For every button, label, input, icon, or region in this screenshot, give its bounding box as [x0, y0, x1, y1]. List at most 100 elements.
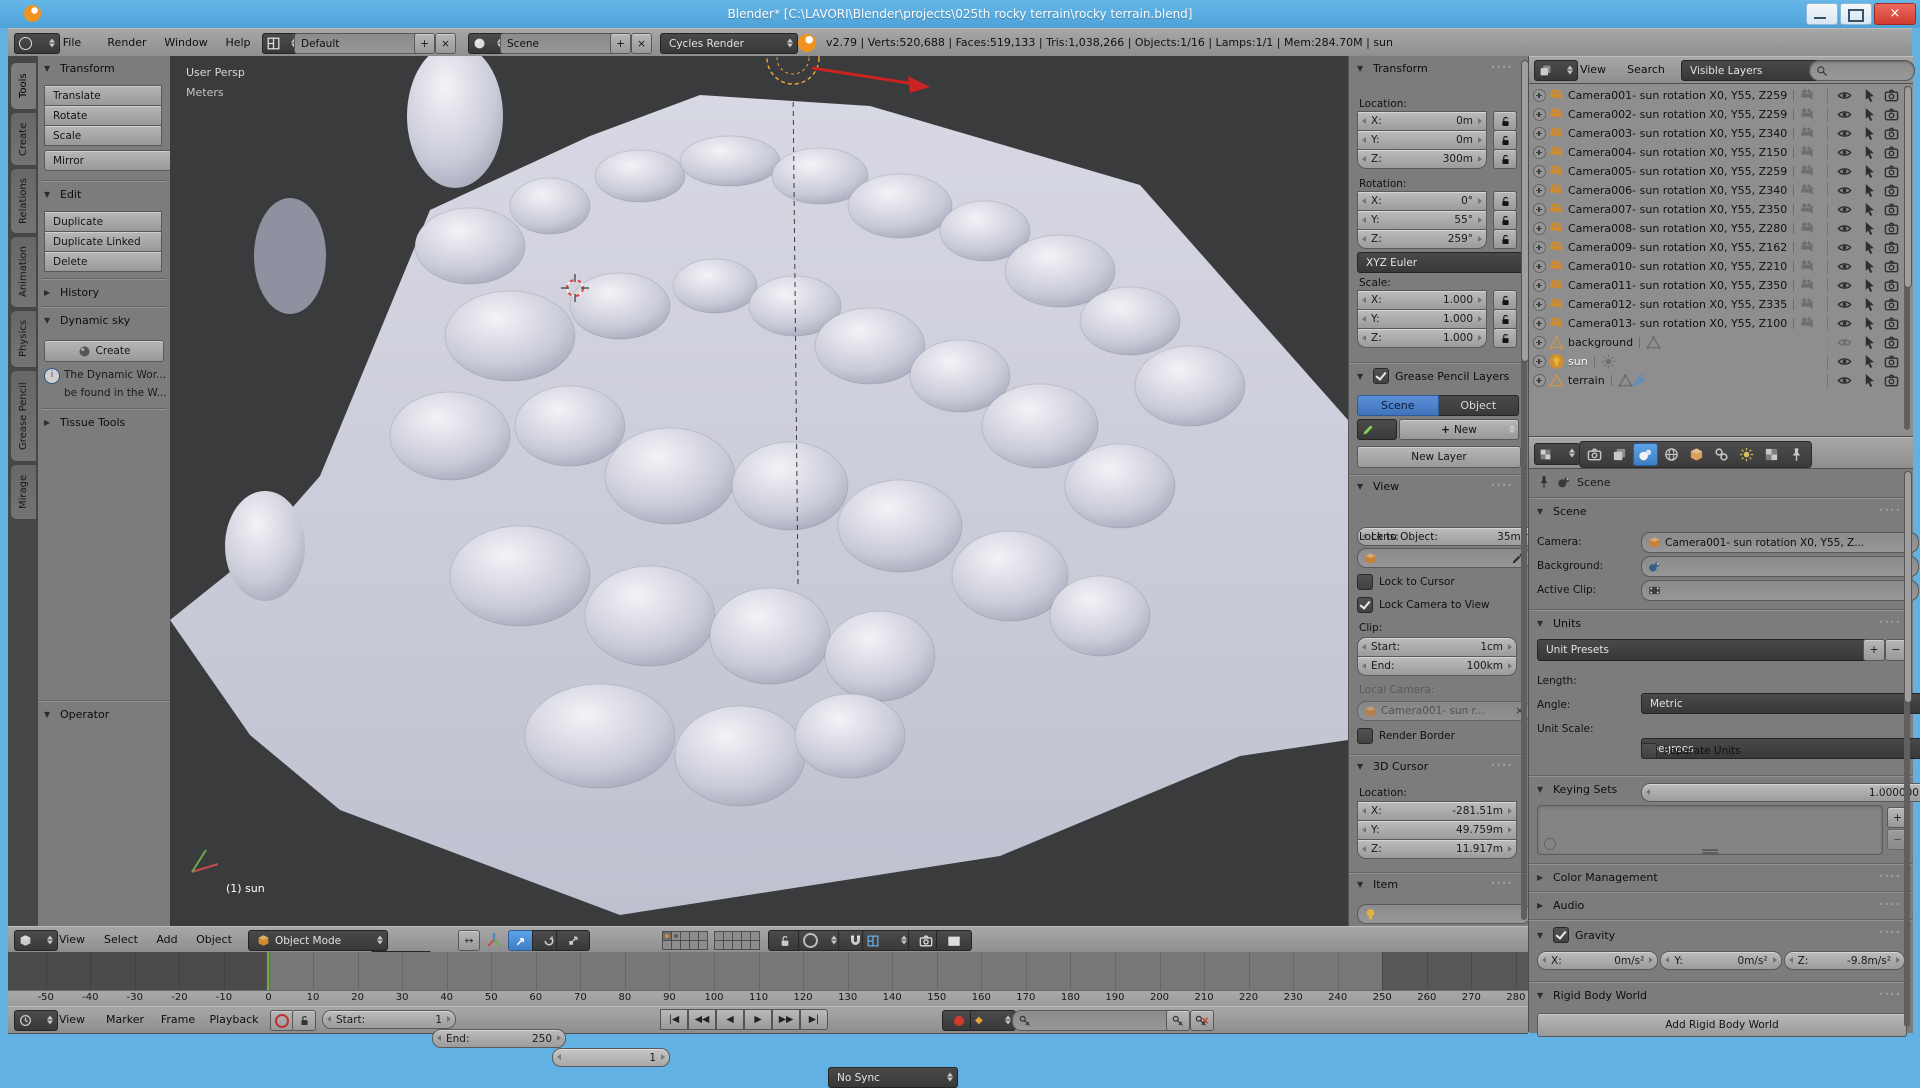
- visibility-eye-icon[interactable]: [1827, 297, 1855, 312]
- selectability-cursor-icon[interactable]: [1862, 107, 1877, 122]
- outliner-scrollbar[interactable]: [1904, 86, 1910, 430]
- gravity-axis-field[interactable]: X:0m/s²: [1537, 951, 1658, 970]
- panel-header-keying-sets[interactable]: ▼Keying Sets····: [1537, 783, 1905, 796]
- toolshelf-button[interactable]: Rotate: [44, 105, 162, 126]
- outliner-row[interactable]: Camera005- sun rotation X0, Y55, Z259: [1529, 162, 1913, 181]
- renderability-camera-icon[interactable]: [1884, 88, 1899, 103]
- visibility-eye-icon[interactable]: [1827, 164, 1855, 179]
- pin-icon[interactable]: [1537, 475, 1551, 489]
- transport-button[interactable]: |◀: [660, 1009, 688, 1030]
- visibility-eye-icon[interactable]: [1827, 202, 1855, 217]
- sync-dropdown[interactable]: No Sync: [828, 1067, 958, 1088]
- expand-icon[interactable]: [1533, 241, 1546, 254]
- menu-search[interactable]: Search: [1621, 57, 1671, 83]
- outliner-row[interactable]: terrain: [1529, 371, 1913, 390]
- tab-physics[interactable]: [1785, 444, 1808, 465]
- selectability-cursor-icon[interactable]: [1862, 373, 1877, 388]
- proportional-edit-dropdown[interactable]: [798, 930, 842, 951]
- lock-button[interactable]: [1493, 229, 1517, 249]
- panel-header-rigid-body[interactable]: ▼Rigid Body World····: [1537, 989, 1905, 1002]
- lock-object-picker[interactable]: [1357, 548, 1529, 568]
- lock-camera-row[interactable]: Lock Camera to View: [1357, 597, 1490, 613]
- editor-type-button-outliner[interactable]: [1534, 60, 1578, 81]
- add-scene-button[interactable]: +: [610, 33, 631, 54]
- number-field[interactable]: Z:300m: [1357, 149, 1487, 169]
- lock-to-scene-button[interactable]: [768, 930, 802, 951]
- number-field[interactable]: Y:0m: [1357, 130, 1487, 150]
- object-name[interactable]: Camera012- sun rotation X0, Y55, Z335: [1568, 298, 1787, 311]
- number-field[interactable]: X:-281.51m: [1357, 801, 1517, 821]
- visibility-eye-icon[interactable]: [1827, 259, 1855, 274]
- keying-sets-list[interactable]: [1537, 805, 1883, 855]
- expand-icon[interactable]: [1533, 127, 1546, 140]
- expand-icon[interactable]: [1533, 336, 1546, 349]
- panel-header-audio[interactable]: ▶Audio····: [1537, 899, 1905, 912]
- renderability-camera-icon[interactable]: [1884, 221, 1899, 236]
- expand-icon[interactable]: [1533, 108, 1546, 121]
- selectability-cursor-icon[interactable]: [1862, 335, 1877, 350]
- lock-to-cursor-row[interactable]: Lock to Cursor: [1357, 574, 1455, 590]
- renderability-camera-icon[interactable]: [1884, 297, 1899, 312]
- number-field[interactable]: X:0m: [1357, 111, 1487, 131]
- tab-world[interactable]: [1660, 444, 1683, 465]
- outliner-row[interactable]: Camera003- sun rotation X0, Y55, Z340: [1529, 124, 1913, 143]
- renderability-camera-icon[interactable]: [1884, 335, 1899, 350]
- outliner-filter-dropdown[interactable]: Visible Layers: [1681, 60, 1827, 81]
- local-camera-field[interactable]: Camera001- sun r... ×: [1357, 701, 1529, 721]
- object-name[interactable]: Camera009- sun rotation X0, Y55, Z162: [1568, 241, 1787, 254]
- selectability-cursor-icon[interactable]: [1862, 297, 1877, 312]
- gp-new-layer-button[interactable]: New Layer: [1357, 446, 1521, 468]
- visibility-eye-icon[interactable]: [1827, 107, 1855, 122]
- panel-header-history[interactable]: ▶History: [44, 286, 164, 299]
- expand-icon[interactable]: [1533, 355, 1546, 368]
- minimize-button[interactable]: [1806, 3, 1838, 25]
- object-name[interactable]: Camera002- sun rotation X0, Y55, Z259: [1568, 108, 1787, 121]
- render-border-checkbox[interactable]: [1357, 728, 1373, 744]
- add-rigid-body-world-button[interactable]: Add Rigid Body World: [1537, 1013, 1907, 1037]
- tab-render[interactable]: [1583, 444, 1606, 465]
- menu-marker[interactable]: Marker: [100, 1007, 150, 1033]
- length-dropdown[interactable]: Metric: [1641, 693, 1920, 714]
- menu-view[interactable]: View: [1573, 57, 1613, 83]
- delete-keyframe-button[interactable]: ×: [1190, 1010, 1214, 1031]
- selectability-cursor-icon[interactable]: [1862, 88, 1877, 103]
- expand-icon[interactable]: [1533, 260, 1546, 273]
- selectability-cursor-icon[interactable]: [1862, 259, 1877, 274]
- panel-header-edit[interactable]: ▼Edit: [44, 188, 164, 201]
- gravity-checkbox[interactable]: [1553, 927, 1569, 943]
- delete-layout-button[interactable]: ×: [435, 33, 456, 54]
- object-name[interactable]: Camera004- sun rotation X0, Y55, Z150: [1568, 146, 1787, 159]
- object-name[interactable]: sun: [1568, 355, 1588, 368]
- clip-start-field[interactable]: Start:1cm: [1357, 637, 1517, 657]
- background-set-field[interactable]: [1641, 556, 1919, 577]
- gp-scene-toggle[interactable]: Scene: [1357, 395, 1439, 416]
- selectability-cursor-icon[interactable]: [1862, 354, 1877, 369]
- lock-to-cursor-checkbox[interactable]: [1357, 574, 1373, 590]
- gp-object-toggle[interactable]: Object: [1439, 395, 1520, 416]
- expand-icon[interactable]: [1533, 222, 1546, 235]
- panel-header-operator[interactable]: ▼Operator: [44, 708, 164, 721]
- timeline-playhead[interactable]: [267, 952, 269, 990]
- number-field[interactable]: Z:11.917m: [1357, 839, 1517, 859]
- menu-window[interactable]: Window: [158, 29, 214, 57]
- panel-header-view[interactable]: ▼View····: [1357, 480, 1517, 493]
- expand-icon[interactable]: [1533, 89, 1546, 102]
- search-input[interactable]: [1809, 60, 1915, 81]
- filter-icon[interactable]: [1544, 838, 1556, 850]
- tab-object[interactable]: [1685, 444, 1708, 465]
- manipulator-scale-button[interactable]: [556, 930, 590, 951]
- tab-scene[interactable]: [1633, 443, 1658, 466]
- npanel-scrollbar[interactable]: [1521, 60, 1527, 920]
- outliner-row[interactable]: Camera009- sun rotation X0, Y55, Z162: [1529, 238, 1913, 257]
- lock-button[interactable]: [1493, 328, 1517, 348]
- outliner-row[interactable]: Camera007- sun rotation X0, Y55, Z350: [1529, 200, 1913, 219]
- outliner-row[interactable]: Camera004- sun rotation X0, Y55, Z150: [1529, 143, 1913, 162]
- mode-dropdown[interactable]: Object Mode: [248, 930, 388, 951]
- visibility-eye-icon[interactable]: [1827, 278, 1855, 293]
- close-button[interactable]: ×: [1874, 3, 1916, 25]
- visibility-eye-icon[interactable]: [1827, 354, 1855, 369]
- mirror-button[interactable]: Mirror: [44, 150, 172, 171]
- menu-file[interactable]: File: [52, 29, 92, 57]
- toolshelf-button[interactable]: Scale: [44, 125, 162, 146]
- visibility-eye-icon[interactable]: [1827, 145, 1855, 160]
